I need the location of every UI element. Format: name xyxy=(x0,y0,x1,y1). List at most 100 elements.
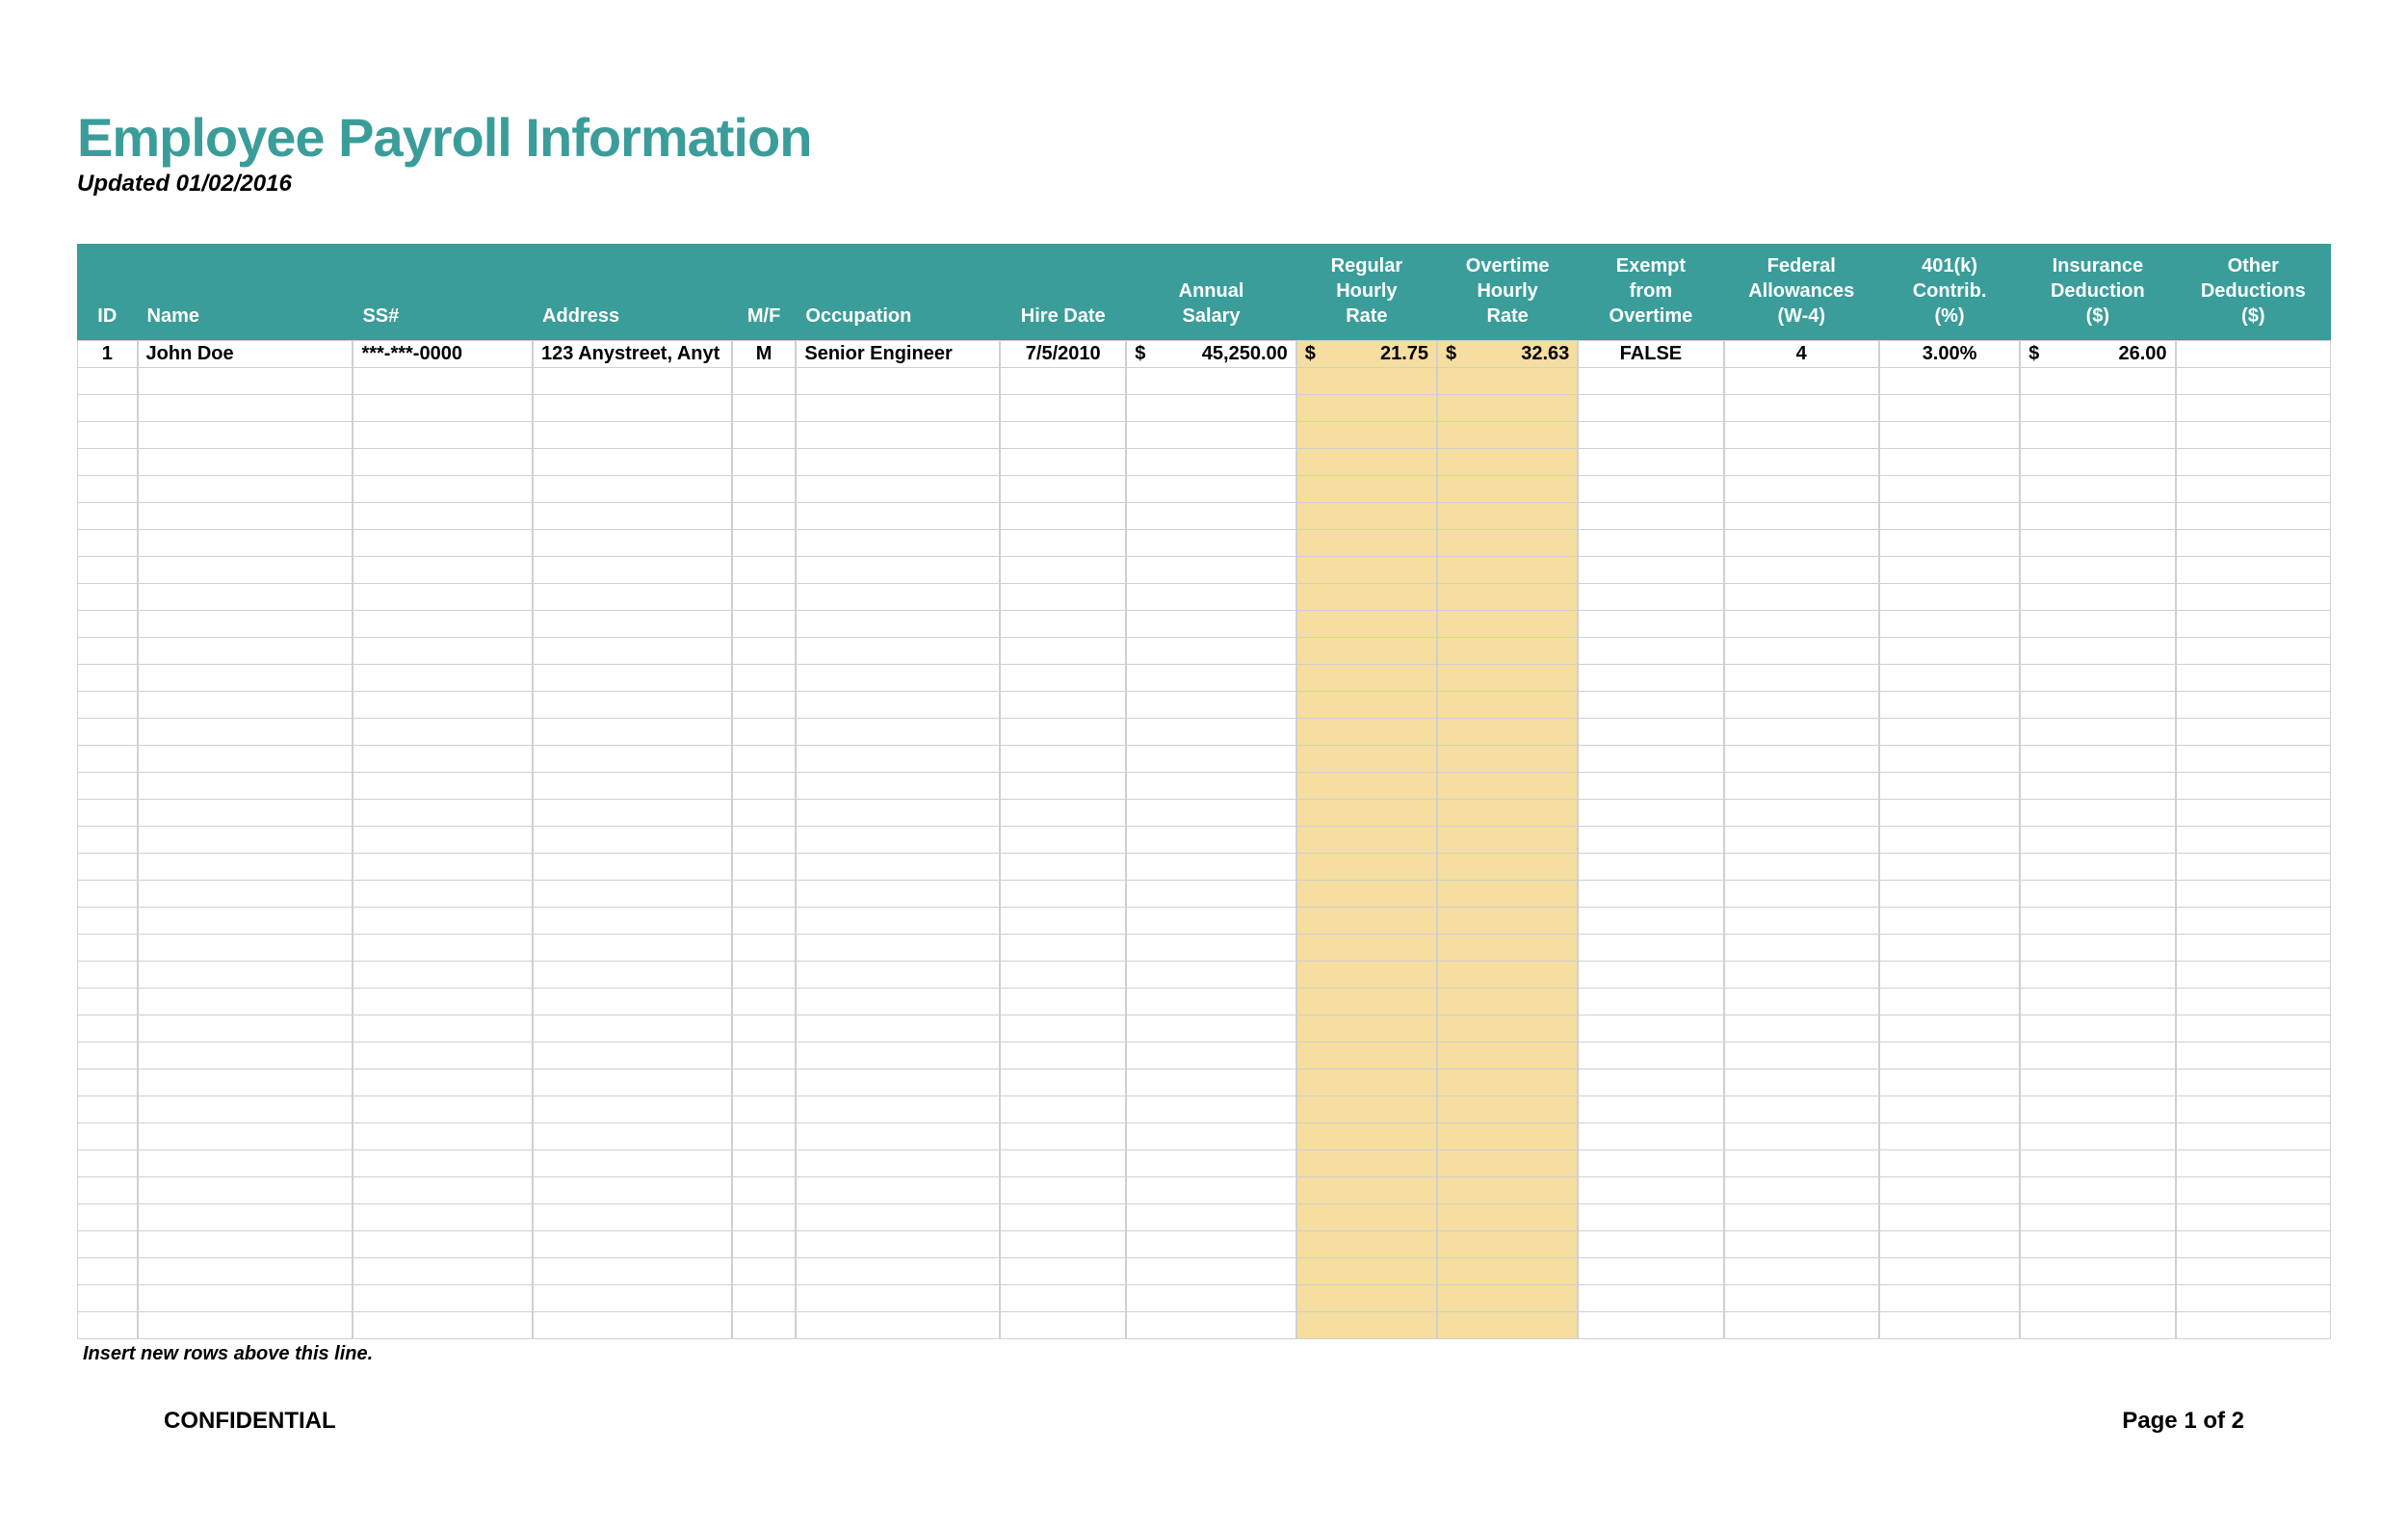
cell-other_ded xyxy=(2176,1177,2331,1204)
cell-annual_salary xyxy=(1126,368,1296,395)
cell-exempt xyxy=(1578,638,1723,665)
cell-other_ded xyxy=(2176,746,2331,773)
cell-address xyxy=(533,638,732,665)
cell-address xyxy=(533,368,732,395)
cell-ot_rate xyxy=(1437,989,1578,1016)
cell-mf xyxy=(732,1312,797,1339)
cell-name xyxy=(138,1069,353,1096)
cell-occupation xyxy=(796,881,1000,908)
cell-reg_rate xyxy=(1296,1258,1437,1285)
cell-other_ded xyxy=(2176,368,2331,395)
cell-ins_ded xyxy=(2020,449,2175,476)
cell-name xyxy=(138,935,353,962)
table-body: 1John Doe***-***-0000123 Anystreet, Anyt… xyxy=(77,340,2331,1339)
cell-k401 xyxy=(1879,1096,2020,1123)
cell-hire_date xyxy=(1000,854,1126,881)
cell-ins_ded xyxy=(2020,1258,2175,1285)
cell-other_ded xyxy=(2176,557,2331,584)
table-row xyxy=(77,1123,2331,1150)
cell-reg_rate xyxy=(1296,611,1437,638)
table-row xyxy=(77,1285,2331,1312)
cell-reg_rate xyxy=(1296,1204,1437,1231)
cell-k401 xyxy=(1879,800,2020,827)
cell-name xyxy=(138,800,353,827)
cell-id xyxy=(77,422,138,449)
col-header-mf: M/F xyxy=(732,244,797,340)
cell-name xyxy=(138,1177,353,1204)
cell-fed_allow xyxy=(1724,1043,1879,1069)
cell-ot_rate xyxy=(1437,584,1578,611)
cell-ins_ded xyxy=(2020,692,2175,719)
cell-mf xyxy=(732,557,797,584)
cell-other_ded xyxy=(2176,827,2331,854)
cell-ins_ded xyxy=(2020,476,2175,503)
table-row xyxy=(77,746,2331,773)
cell-ss xyxy=(353,719,533,746)
cell-hire_date xyxy=(1000,1204,1126,1231)
cell-reg_rate xyxy=(1296,1043,1437,1069)
cell-name xyxy=(138,692,353,719)
cell-fed_allow xyxy=(1724,800,1879,827)
cell-ins_ded xyxy=(2020,665,2175,692)
cell-k401 xyxy=(1879,1285,2020,1312)
cell-address xyxy=(533,1069,732,1096)
cell-ot_rate xyxy=(1437,665,1578,692)
cell-exempt xyxy=(1578,395,1723,422)
cell-mf xyxy=(732,449,797,476)
cell-hire_date xyxy=(1000,1043,1126,1069)
cell-name xyxy=(138,638,353,665)
cell-ss xyxy=(353,827,533,854)
cell-ss xyxy=(353,935,533,962)
cell-occupation xyxy=(796,503,1000,530)
cell-fed_allow xyxy=(1724,1312,1879,1339)
cell-k401 xyxy=(1879,1312,2020,1339)
cell-hire_date xyxy=(1000,800,1126,827)
cell-k401 xyxy=(1879,962,2020,989)
cell-reg_rate xyxy=(1296,800,1437,827)
cell-annual_salary xyxy=(1126,827,1296,854)
cell-k401 xyxy=(1879,530,2020,557)
cell-annual_salary xyxy=(1126,989,1296,1016)
cell-id xyxy=(77,1312,138,1339)
cell-exempt xyxy=(1578,503,1723,530)
cell-ss xyxy=(353,1096,533,1123)
cell-ss xyxy=(353,989,533,1016)
cell-mf xyxy=(732,827,797,854)
cell-annual_salary xyxy=(1126,746,1296,773)
cell-exempt xyxy=(1578,1204,1723,1231)
cell-address xyxy=(533,665,732,692)
col-header-occupation: Occupation xyxy=(796,244,1000,340)
cell-annual_salary xyxy=(1126,665,1296,692)
cell-reg_rate xyxy=(1296,449,1437,476)
cell-annual_salary xyxy=(1126,881,1296,908)
cell-address xyxy=(533,800,732,827)
cell-id xyxy=(77,1177,138,1204)
cell-address xyxy=(533,1204,732,1231)
cell-mf xyxy=(732,530,797,557)
cell-exempt xyxy=(1578,1177,1723,1204)
cell-ss xyxy=(353,800,533,827)
col-header-ot_rate: Overtime Hourly Rate xyxy=(1437,244,1578,340)
cell-reg_rate xyxy=(1296,476,1437,503)
cell-ss xyxy=(353,854,533,881)
cell-occupation xyxy=(796,449,1000,476)
cell-hire_date xyxy=(1000,503,1126,530)
cell-ins_ded xyxy=(2020,1150,2175,1177)
cell-annual_salary xyxy=(1126,584,1296,611)
cell-ins_ded xyxy=(2020,638,2175,665)
cell-exempt xyxy=(1578,584,1723,611)
cell-ins_ded xyxy=(2020,935,2175,962)
cell-reg_rate xyxy=(1296,908,1437,935)
cell-id xyxy=(77,1096,138,1123)
cell-name xyxy=(138,1123,353,1150)
table-row xyxy=(77,1312,2331,1339)
cell-other_ded xyxy=(2176,422,2331,449)
cell-fed_allow xyxy=(1724,638,1879,665)
cell-other_ded xyxy=(2176,1069,2331,1096)
cell-hire_date: 7/5/2010 xyxy=(1000,340,1126,368)
cell-annual_salary xyxy=(1126,800,1296,827)
cell-fed_allow xyxy=(1724,827,1879,854)
cell-mf xyxy=(732,881,797,908)
cell-k401 xyxy=(1879,1258,2020,1285)
cell-address xyxy=(533,476,732,503)
